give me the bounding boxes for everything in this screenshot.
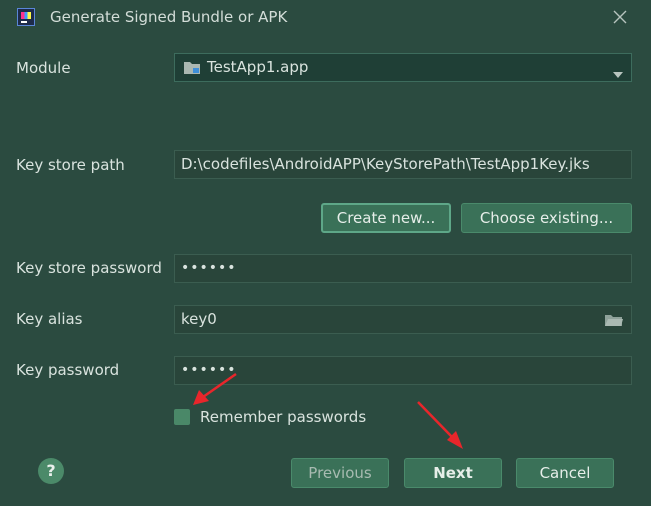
dialog-title: Generate Signed Bundle or APK — [50, 8, 288, 26]
keystore-password-input[interactable]: •••••• — [174, 254, 632, 283]
next-button[interactable]: Next — [404, 458, 502, 488]
module-label: Module — [16, 59, 71, 77]
module-folder-icon — [183, 60, 201, 75]
key-alias-input[interactable]: key0 — [174, 305, 632, 334]
help-button[interactable]: ? — [38, 458, 64, 484]
key-password-input[interactable]: •••••• — [174, 356, 632, 385]
key-password-label: Key password — [16, 361, 120, 379]
remember-passwords-checkbox[interactable] — [174, 409, 190, 425]
keystore-path-input[interactable]: D:\codefiles\AndroidAPP\KeyStorePath\Tes… — [174, 150, 632, 179]
key-alias-label: Key alias — [16, 310, 83, 328]
module-value: TestApp1.app — [207, 58, 309, 76]
cancel-button[interactable]: Cancel — [516, 458, 614, 488]
intellij-app-icon — [17, 8, 35, 26]
remember-passwords-label[interactable]: Remember passwords — [200, 408, 366, 426]
module-dropdown[interactable]: TestApp1.app — [174, 53, 632, 82]
annotation-arrow-next — [417, 401, 463, 449]
choose-existing-button[interactable]: Choose existing... — [461, 203, 632, 233]
close-icon[interactable] — [611, 8, 629, 26]
folder-icon[interactable] — [604, 313, 624, 328]
previous-button[interactable]: Previous — [291, 458, 389, 488]
chevron-down-icon[interactable] — [612, 64, 624, 78]
keystore-path-label: Key store path — [16, 156, 125, 174]
title-bar: Generate Signed Bundle or APK — [0, 0, 651, 36]
create-new-button[interactable]: Create new... — [321, 203, 451, 233]
keystore-password-label: Key store password — [16, 259, 162, 277]
